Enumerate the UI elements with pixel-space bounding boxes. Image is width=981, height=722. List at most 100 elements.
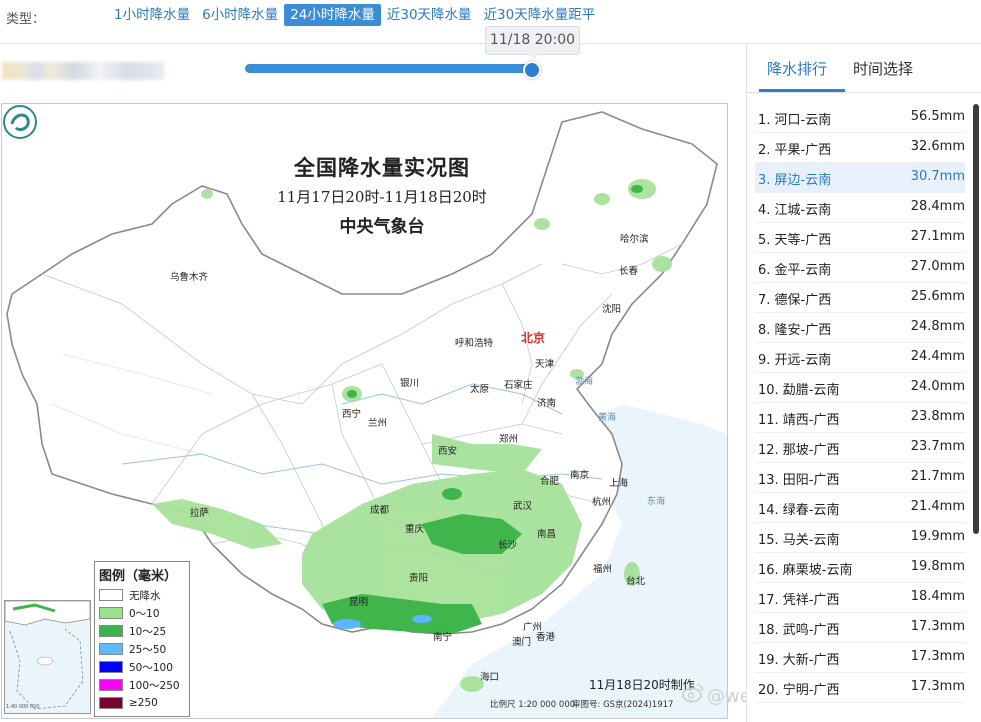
- ranking-row[interactable]: 4. 江城-云南 28.4mm: [755, 193, 965, 223]
- inset-scale-text: 1:40 000 000: [6, 704, 40, 710]
- city-label: 石家庄: [504, 380, 533, 391]
- type-tab-group: 1小时降水量 6小时降水量 24小时降水量 近30天降水量 近30天降水量距平: [108, 4, 601, 26]
- type-tab-1h[interactable]: 1小时降水量: [108, 4, 196, 26]
- inset-map-graphic: [5, 601, 90, 713]
- ranking-row[interactable]: 11. 靖西-广西 23.8mm: [755, 403, 965, 433]
- city-label: 昆明: [349, 597, 369, 608]
- ranking-row[interactable]: 2. 平果-广西 32.6mm: [755, 133, 965, 163]
- station-name: 19. 大新-广西: [758, 653, 840, 668]
- rainfall-value: 19.8mm: [910, 559, 965, 574]
- station-name: 20. 宁明-广西: [758, 683, 840, 698]
- legend-swatch: [99, 697, 123, 709]
- time-slider-track[interactable]: [245, 64, 535, 73]
- rainfall-value: 28.4mm: [910, 199, 965, 214]
- tab-rainfall-ranking[interactable]: 降水排行: [767, 58, 827, 79]
- city-label: 长春: [619, 266, 639, 277]
- legend-row: 10～25: [95, 622, 189, 640]
- rainfall-value: 56.5mm: [910, 109, 965, 124]
- ranking-row[interactable]: 12. 那坡-广西 23.7mm: [755, 433, 965, 463]
- ranking-row[interactable]: 15. 马关-云南 19.9mm: [755, 523, 965, 553]
- station-name: 5. 天等-广西: [758, 233, 832, 248]
- legend-row: 0～10: [95, 604, 189, 622]
- ranking-row[interactable]: 6. 金平-云南 27.0mm: [755, 253, 965, 283]
- rainfall-value: 25.6mm: [910, 289, 965, 304]
- ranking-row[interactable]: 18. 武鸣-广西 17.3mm: [755, 613, 965, 643]
- city-label: 太原: [470, 384, 490, 395]
- rainfall-value: 17.3mm: [910, 649, 965, 664]
- active-tab-indicator: [759, 89, 845, 92]
- rainfall-value: 21.7mm: [910, 469, 965, 484]
- ranking-row[interactable]: 20. 宁明-广西 17.3mm: [755, 673, 965, 703]
- city-label: 杭州: [592, 497, 612, 508]
- rainfall-value: 24.0mm: [910, 379, 965, 394]
- tab-time-select[interactable]: 时间选择: [853, 58, 913, 79]
- legend-label: ≥250: [129, 697, 158, 709]
- city-label: 呼和浩特: [455, 338, 494, 349]
- blurred-color-strip: [2, 62, 164, 80]
- city-label: 天津: [535, 359, 555, 370]
- rainfall-value: 24.4mm: [910, 349, 965, 364]
- ranking-row[interactable]: 10. 勐腊-云南 24.0mm: [755, 373, 965, 403]
- station-name: 3. 屏边-云南: [758, 173, 832, 188]
- ranking-row[interactable]: 14. 绿春-云南 21.4mm: [755, 493, 965, 523]
- map-title: 全国降水量实况图: [294, 155, 470, 180]
- type-tab-30d-anomaly[interactable]: 近30天降水量距平: [478, 4, 602, 26]
- side-tab-bar: 降水排行 时间选择: [747, 44, 981, 93]
- city-label: 上海: [609, 478, 629, 489]
- weibo-icon: [682, 684, 704, 703]
- ranking-row[interactable]: 1. 河口-云南 56.5mm: [755, 103, 965, 133]
- rainfall-value: 19.9mm: [910, 529, 965, 544]
- city-label: 南昌: [537, 529, 557, 540]
- ranking-row[interactable]: 16. 麻栗坡-云南 19.8mm: [755, 553, 965, 583]
- station-name: 16. 麻栗坡-云南: [758, 563, 853, 578]
- map-made-time: 11月18日20时制作: [589, 678, 695, 692]
- map-agency: 中央气象台: [339, 217, 425, 237]
- time-tooltip: 11/18 20:00: [485, 26, 580, 59]
- rainfall-value: 30.7mm: [910, 169, 965, 184]
- legend-row: 无降水: [95, 586, 189, 604]
- cma-logo-icon: [3, 105, 37, 139]
- city-label: 郑州: [499, 434, 519, 445]
- side-panel: 降水排行 时间选择 1. 河口-云南 56.5mm 2. 平果-广西 32.6mm 3.…: [746, 44, 981, 722]
- rainfall-value: 23.7mm: [910, 439, 965, 454]
- city-label: 拉萨: [190, 508, 210, 519]
- city-label: 合肥: [540, 476, 560, 487]
- station-name: 6. 金平-云南: [758, 263, 832, 278]
- city-label: 贵阳: [409, 573, 429, 584]
- ranking-scrollbar[interactable]: [973, 104, 979, 534]
- time-slider-handle[interactable]: [523, 61, 541, 79]
- ranking-row[interactable]: 5. 天等-广西 27.1mm: [755, 223, 965, 253]
- legend-swatch: [99, 679, 123, 691]
- city-label: 济南: [537, 398, 557, 409]
- ranking-row[interactable]: 8. 隆安-广西 24.8mm: [755, 313, 965, 343]
- station-name: 17. 凭祥-广西: [758, 593, 840, 608]
- station-name: 7. 德保-广西: [758, 293, 832, 308]
- legend-row: 50～100: [95, 658, 189, 676]
- station-name: 11. 靖西-广西: [758, 413, 840, 428]
- type-tab-30d[interactable]: 近30天降水量: [381, 4, 478, 26]
- rainfall-value: 23.8mm: [910, 409, 965, 424]
- map-legend: 图例（毫米） 无降水 0～10 10～25 25～50 50～100 100～2…: [94, 561, 190, 717]
- ranking-row[interactable]: 7. 德保-广西 25.6mm: [755, 283, 965, 313]
- city-label: 长沙: [498, 540, 518, 551]
- ranking-row[interactable]: 17. 凭祥-广西 18.4mm: [755, 583, 965, 613]
- station-name: 9. 开远-云南: [758, 353, 832, 368]
- legend-swatch: [99, 625, 123, 637]
- legend-label: 50～100: [129, 661, 173, 674]
- ranking-row[interactable]: 13. 田阳-广西 21.7mm: [755, 463, 965, 493]
- city-label: 南京: [570, 470, 590, 481]
- rainfall-value: 32.6mm: [910, 139, 965, 154]
- city-label: 澳门: [512, 637, 532, 648]
- station-name: 18. 武鸣-广西: [758, 623, 840, 638]
- ranking-row[interactable]: 19. 大新-广西 17.3mm: [755, 643, 965, 673]
- legend-label: 25～50: [129, 643, 167, 656]
- legend-row: ≥250: [95, 694, 189, 712]
- city-label: 成都: [370, 505, 390, 516]
- type-tab-6h[interactable]: 6小时降水量: [196, 4, 284, 26]
- ranking-row[interactable]: 3. 屏边-云南 30.7mm: [755, 163, 965, 193]
- ranking-row[interactable]: 9. 开远-云南 24.4mm: [755, 343, 965, 373]
- city-label: 重庆: [405, 524, 425, 535]
- type-tab-24h[interactable]: 24小时降水量: [284, 4, 381, 26]
- rainfall-value: 17.3mm: [910, 619, 965, 634]
- city-label: 银川: [400, 378, 420, 389]
